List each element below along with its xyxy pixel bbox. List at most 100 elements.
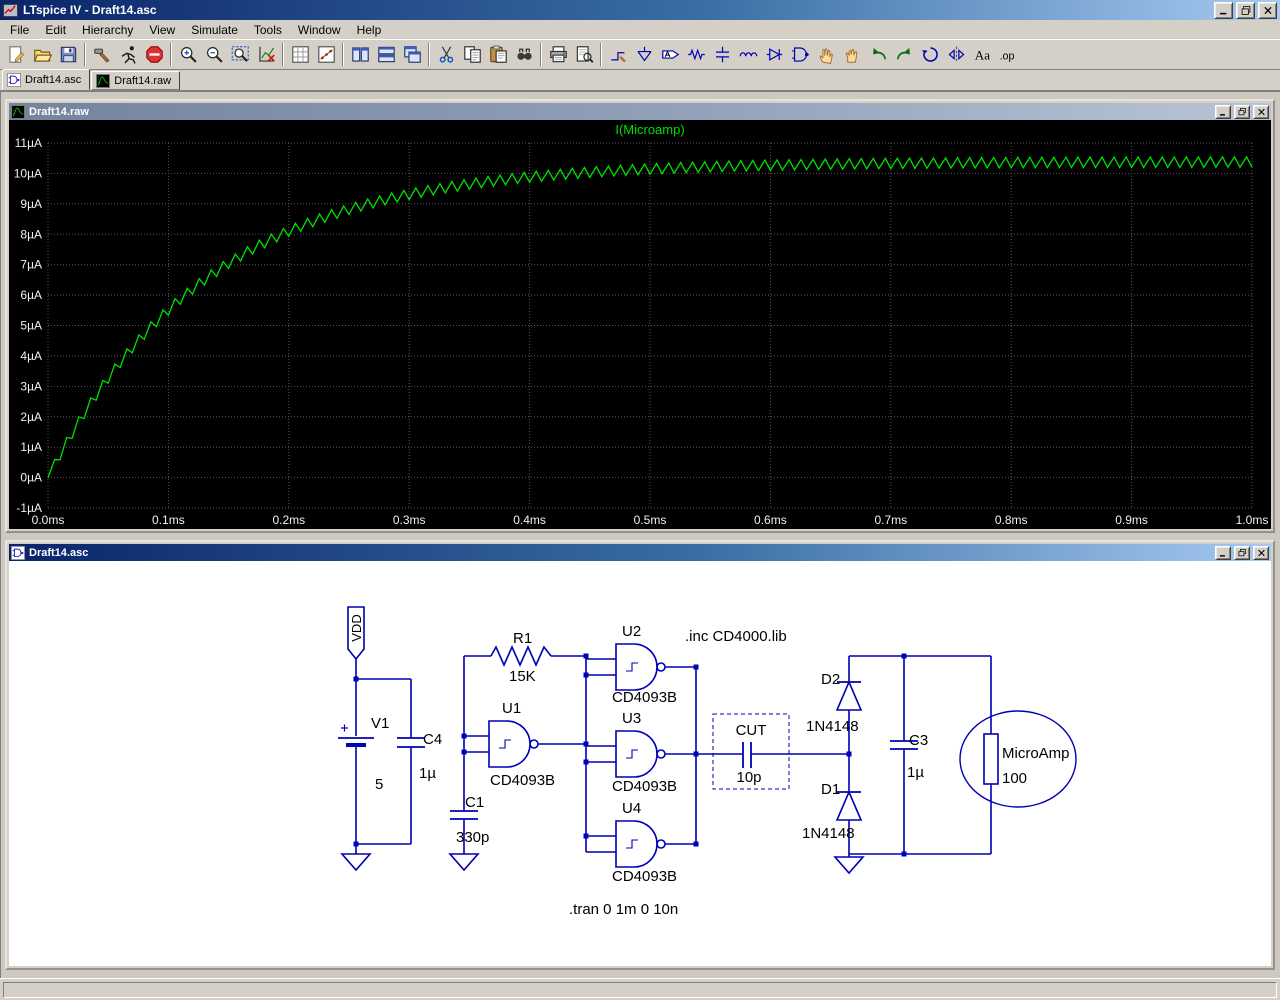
component-c3-capacitor[interactable]: C3 1µ <box>890 732 928 781</box>
halt-icon[interactable] <box>141 42 167 67</box>
autorange-icon[interactable] <box>253 42 279 67</box>
move-icon[interactable] <box>813 42 839 67</box>
print-icon[interactable] <box>545 42 571 67</box>
menu-help[interactable]: Help <box>349 21 390 39</box>
component-label[interactable]: D1 <box>821 781 840 798</box>
component-u4-nand-gate[interactable]: U4 CD4093B <box>612 800 677 885</box>
component-value[interactable]: 1N4148 <box>802 825 855 842</box>
tab-draft14-asc[interactable]: Draft14.asc <box>2 69 91 90</box>
wire-icon[interactable] <box>605 42 631 67</box>
component-v1-voltage-source[interactable]: V1 5 <box>338 715 389 793</box>
component-label[interactable]: U1 <box>502 700 521 717</box>
new-schematic-icon[interactable] <box>3 42 29 67</box>
component-label[interactable]: D2 <box>821 671 840 688</box>
component-label[interactable]: C3 <box>909 732 928 749</box>
grid-icon[interactable] <box>287 42 313 67</box>
component-c1-capacitor[interactable]: C1 330p <box>450 794 489 846</box>
component-value[interactable]: 1N4148 <box>806 718 859 735</box>
inductor-icon[interactable] <box>735 42 761 67</box>
menu-edit[interactable]: Edit <box>37 21 74 39</box>
tile-vertical-icon[interactable] <box>347 42 373 67</box>
resistor-icon[interactable] <box>683 42 709 67</box>
component-u3-nand-gate[interactable]: U3 CD4093B <box>612 710 677 795</box>
menu-hierarchy[interactable]: Hierarchy <box>74 21 141 39</box>
open-icon[interactable] <box>29 42 55 67</box>
menu-tools[interactable]: Tools <box>246 21 290 39</box>
component-label[interactable]: U4 <box>622 800 641 817</box>
text-icon[interactable]: Aa <box>969 42 995 67</box>
drag-icon[interactable] <box>839 42 865 67</box>
schematic-pane[interactable]: VDD V1 5 C4 1µ R1 15K U1 CD4093B U2 CD40… <box>9 561 1271 966</box>
menu-simulate[interactable]: Simulate <box>183 21 246 39</box>
schematic-close-button[interactable] <box>1253 545 1269 560</box>
zoom-back-icon[interactable] <box>201 42 227 67</box>
waveform-restore-button[interactable] <box>1234 104 1250 119</box>
component-d2-diode[interactable]: D2 1N4148 <box>806 671 863 735</box>
print-preview-icon[interactable] <box>571 42 597 67</box>
directive-include[interactable]: .inc CD4000.lib <box>685 628 787 645</box>
component-value[interactable]: CD4093B <box>612 689 677 706</box>
undo-icon[interactable] <box>865 42 891 67</box>
component-label[interactable]: V1 <box>371 715 389 732</box>
save-icon[interactable] <box>55 42 81 67</box>
waveform-plot[interactable]: 11µA10µA9µA8µA7µA6µA5µA4µA3µA2µA1µA0µA-1… <box>9 120 1271 529</box>
paste-icon[interactable] <box>485 42 511 67</box>
component-r1-resistor[interactable]: R1 15K <box>490 630 552 685</box>
spice-directive-icon[interactable]: .op <box>995 42 1021 67</box>
find-icon[interactable] <box>511 42 537 67</box>
waveform-close-button[interactable] <box>1253 104 1269 119</box>
schematic-wires[interactable] <box>355 655 992 857</box>
component-value[interactable]: CD4093B <box>612 778 677 795</box>
zoom-area-icon[interactable] <box>175 42 201 67</box>
component-label[interactable]: C4 <box>423 731 442 748</box>
schematic-titlebar[interactable]: Draft14.asc <box>9 544 1271 561</box>
component-value[interactable]: 5 <box>375 776 383 793</box>
diode-icon[interactable] <box>761 42 787 67</box>
component-value[interactable]: 330p <box>456 829 489 846</box>
component-label[interactable]: U2 <box>622 623 641 640</box>
component-value[interactable]: 1µ <box>419 765 436 782</box>
capacitor-icon[interactable] <box>709 42 735 67</box>
run-icon[interactable] <box>115 42 141 67</box>
component-value[interactable]: 15K <box>509 668 536 685</box>
schematic-minimize-button[interactable] <box>1215 545 1231 560</box>
component-label[interactable]: C1 <box>465 794 484 811</box>
component-value[interactable]: CD4093B <box>490 772 555 789</box>
power-flag-vdd[interactable]: VDD <box>347 606 365 661</box>
rotate-icon[interactable] <box>917 42 943 67</box>
component-value[interactable]: 10p <box>736 769 761 786</box>
menu-file[interactable]: File <box>2 21 37 39</box>
component-label[interactable]: CUT <box>736 722 767 739</box>
component-value[interactable]: 1µ <box>907 764 924 781</box>
copy-icon[interactable] <box>459 42 485 67</box>
zoom-full-extents-icon[interactable] <box>227 42 253 67</box>
minimize-button[interactable] <box>1214 1 1233 19</box>
schematic-restore-button[interactable] <box>1234 545 1250 560</box>
component-value[interactable]: 100 <box>1002 770 1027 787</box>
schematic-canvas[interactable]: VDD V1 5 C4 1µ R1 15K U1 CD4093B U2 CD40… <box>9 561 1271 966</box>
waveform-pane[interactable]: 11µA 10µA 9µA 8µA 7µA 6µA 5µA 4µA 3µA 2µA 1µA 0µA -1… <box>9 120 1271 529</box>
close-button[interactable] <box>1258 1 1277 19</box>
component-cut-capacitor[interactable]: CUT 10p <box>712 713 790 790</box>
component-label[interactable]: R1 <box>513 630 532 647</box>
directive-tran[interactable]: .tran 0 1m 0 10n <box>569 901 678 918</box>
cut-icon[interactable] <box>433 42 459 67</box>
waveform-minimize-button[interactable] <box>1215 104 1231 119</box>
tab-draft14-raw[interactable]: Draft14.raw <box>91 71 181 90</box>
tile-horizontal-icon[interactable] <box>373 42 399 67</box>
component-icon[interactable] <box>787 42 813 67</box>
mirror-icon[interactable] <box>943 42 969 67</box>
cascade-windows-icon[interactable] <box>399 42 425 67</box>
ground-icon[interactable] <box>631 42 657 67</box>
wire[interactable] <box>355 655 992 857</box>
component-label[interactable]: U3 <box>622 710 641 727</box>
control-panel-icon[interactable] <box>89 42 115 67</box>
component-label[interactable]: MicroAmp <box>1002 745 1070 762</box>
menu-window[interactable]: Window <box>290 21 349 39</box>
component-u2-nand-gate[interactable]: U2 CD4093B <box>612 623 677 706</box>
waveform-titlebar[interactable]: Draft14.raw <box>9 103 1271 120</box>
restore-button[interactable] <box>1236 1 1255 19</box>
trace-title[interactable]: I(Microamp) <box>615 122 684 137</box>
component-value[interactable]: CD4093B <box>612 868 677 885</box>
redo-icon[interactable] <box>891 42 917 67</box>
